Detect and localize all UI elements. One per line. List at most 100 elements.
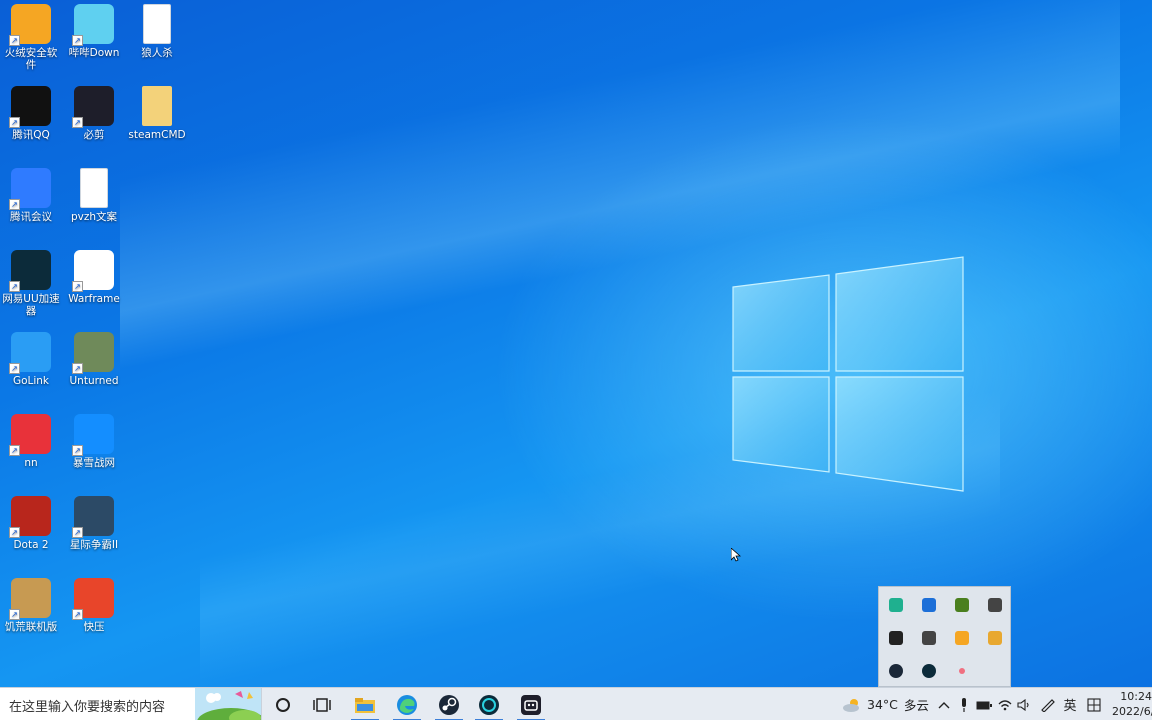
desktop-shortcut-label: 火绒安全软件	[4, 47, 58, 71]
desktop-shortcut-0[interactable]: ↗ 火绒安全软件	[0, 0, 62, 71]
taskbar-edge[interactable]	[387, 688, 427, 720]
desktop-shortcut-10[interactable]: ↗ GoLink	[0, 328, 62, 387]
bijian-robot-icon: ↗	[72, 86, 114, 128]
bilibili-down-icon: ↗	[72, 4, 114, 46]
tray-overflow-item[interactable]	[879, 588, 912, 621]
taskbar-bijian[interactable]	[511, 688, 551, 720]
weather-temp: 34°C	[867, 697, 898, 712]
mouse-cursor-icon	[731, 548, 741, 562]
task-view-button[interactable]	[302, 688, 342, 720]
taskbar-clock[interactable]: 10:24 2022/6/	[1112, 689, 1152, 719]
desktop-shortcut-17[interactable]: ↗ 快压	[63, 574, 125, 633]
microphone-icon	[962, 697, 966, 712]
document-icon	[143, 4, 171, 44]
desktop-shortcut-5[interactable]: steamCMD	[126, 82, 188, 141]
desktop-shortcut-12[interactable]: ↗ nn	[0, 410, 62, 469]
taskbar-uu-accelerator[interactable]	[469, 688, 509, 720]
nvidia-icon	[954, 597, 969, 612]
nn-accelerator-icon: ↗	[9, 414, 51, 456]
show-hidden-icons-button[interactable]	[936, 688, 952, 720]
ime-grid-icon	[1087, 697, 1101, 712]
starcraft2-icon: ↗	[72, 496, 114, 538]
taskbar-steam[interactable]	[429, 688, 469, 720]
desktop-shortcut-label: 饥荒联机版	[4, 621, 58, 633]
desktop-shortcut-label: steamCMD	[128, 129, 186, 141]
uu-accelerator-icon: ↗	[9, 250, 51, 292]
desktop-shortcut-3[interactable]: ↗ 腾讯QQ	[0, 82, 62, 141]
tray-overflow-item[interactable]	[879, 654, 912, 687]
shortcut-arrow-icon: ↗	[9, 117, 20, 128]
folder-icon	[142, 86, 172, 126]
cortana-icon	[276, 697, 290, 712]
speaker-icon	[1017, 698, 1029, 711]
tray-overflow-item[interactable]	[978, 621, 1011, 654]
desktop-shortcut-label: pvzh文案	[70, 211, 118, 223]
desktop-shortcut-label: 狼人杀	[141, 47, 173, 59]
cortana-button[interactable]	[263, 688, 303, 720]
steam-tray-icon	[888, 663, 903, 678]
ime-mode-button[interactable]	[1084, 688, 1104, 720]
dont-starve-icon: ↗	[9, 578, 51, 620]
tray-overflow-item[interactable]	[945, 588, 978, 621]
search-placeholder: 在这里输入你要搜索的内容	[9, 700, 166, 715]
warframe-icon: ↗	[72, 250, 114, 292]
desktop-shortcut-7[interactable]: pvzh文案	[63, 164, 125, 223]
shortcut-arrow-icon: ↗	[72, 445, 83, 456]
taskbar-file-explorer[interactable]	[345, 688, 385, 720]
desktop-shortcut-8[interactable]: ↗ 网易UU加速器	[0, 246, 62, 317]
network-tray-button[interactable]	[996, 688, 1014, 720]
ime-label: 英	[1063, 699, 1077, 714]
task-view-icon	[313, 697, 331, 712]
qq-penguin-icon: ↗	[9, 86, 51, 128]
desktop-shortcut-1[interactable]: ↗ 哔哔Down	[63, 0, 125, 59]
bijian-icon	[521, 694, 541, 715]
desktop-shortcut-15[interactable]: ↗ 星际争霸II	[63, 492, 125, 551]
steam-icon	[439, 694, 459, 715]
desktop-shortcut-16[interactable]: ↗ 饥荒联机版	[0, 574, 62, 633]
shortcut-arrow-icon: ↗	[72, 35, 83, 46]
tray-overflow-item[interactable]	[912, 654, 945, 687]
desktop-shortcut-11[interactable]: ↗ Unturned	[63, 328, 125, 387]
battery-tray-button[interactable]	[975, 688, 993, 720]
desktop-shortcut-14[interactable]: ↗ Dota 2	[0, 492, 62, 551]
input-language-button[interactable]: 英	[1060, 688, 1080, 720]
pen-workspace-button[interactable]	[1038, 688, 1058, 720]
explorer-tray-icon	[987, 630, 1002, 645]
tray-overflow-item[interactable]	[945, 654, 978, 687]
huorong-tray-icon	[954, 630, 969, 645]
tray-overflow-item[interactable]	[879, 621, 912, 654]
clock-date: 2022/6/	[1112, 705, 1152, 718]
desktop-shortcut-9[interactable]: ↗ Warframe	[63, 246, 125, 305]
desktop-shortcut-label: GoLink	[12, 375, 50, 387]
tray-overflow-item[interactable]	[978, 588, 1011, 621]
desktop-shortcut-label: 腾讯QQ	[12, 129, 50, 141]
uu-tray-icon	[921, 663, 936, 678]
shortcut-arrow-icon: ↗	[9, 445, 20, 456]
dota2-icon: ↗	[9, 496, 51, 538]
edge-icon	[397, 694, 417, 715]
volume-tray-button[interactable]	[1015, 688, 1033, 720]
microphone-tray-button[interactable]	[956, 688, 972, 720]
shortcut-arrow-icon: ↗	[72, 363, 83, 374]
wallpaper-light-beam	[120, 0, 1120, 480]
desktop-shortcut-2[interactable]: 狼人杀	[126, 0, 188, 59]
tray-overflow-item[interactable]	[912, 621, 945, 654]
tray-overflow-panel	[878, 586, 1011, 687]
desktop-shortcut-label: 哔哔Down	[68, 47, 120, 59]
file-explorer-icon	[355, 697, 375, 713]
desktop-shortcut-4[interactable]: ↗ 必剪	[63, 82, 125, 141]
battery-icon	[976, 701, 992, 709]
desktop-shortcut-6[interactable]: ↗ 腾讯会议	[0, 164, 62, 223]
desktop-shortcut-label: 腾讯会议	[10, 211, 52, 223]
taskbar-search-box[interactable]: 在这里输入你要搜索的内容	[0, 688, 262, 720]
tray-overflow-item[interactable]	[912, 588, 945, 621]
shortcut-arrow-icon: ↗	[9, 527, 20, 538]
desktop-shortcut-label: 快压	[83, 621, 105, 633]
desktop-shortcut-label: 必剪	[83, 129, 105, 141]
shortcut-arrow-icon: ↗	[72, 527, 83, 538]
tray-overflow-item[interactable]	[945, 621, 978, 654]
shield-fire-icon: ↗	[9, 4, 51, 46]
weather-widget[interactable]: 34°C 多云	[842, 688, 929, 720]
battlenet-icon: ↗	[72, 414, 114, 456]
desktop-shortcut-13[interactable]: ↗ 暴雪战网	[63, 410, 125, 469]
